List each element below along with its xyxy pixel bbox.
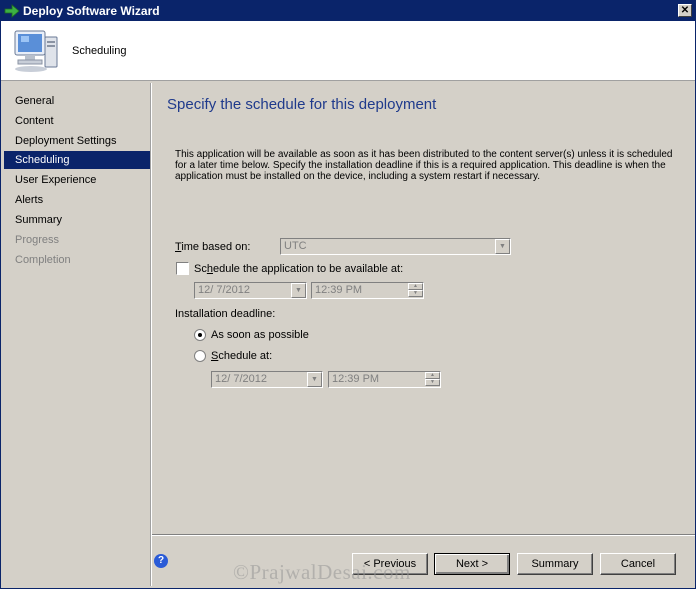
description-text: This application will be available as so… (175, 149, 673, 182)
schedule-at-label: Schedule at: (211, 350, 273, 362)
chevron-down-icon[interactable]: ▼ (291, 283, 306, 298)
summary-button[interactable]: Summary (517, 553, 593, 575)
help-icon[interactable]: ? (154, 554, 168, 568)
header-title: Scheduling (72, 45, 127, 57)
footer-divider (152, 534, 695, 536)
wizard-header: Scheduling (1, 21, 695, 81)
title-bar: Deploy Software Wizard ✕ (1, 1, 695, 21)
green-arrow-icon (4, 4, 20, 18)
sidebar-item-progress: Progress (15, 234, 60, 246)
sidebar-item-user-experience[interactable]: User Experience (4, 171, 150, 189)
time-based-on-select[interactable]: UTC ▼ (280, 238, 511, 255)
radio-selected-dot (198, 333, 202, 337)
wizard-window: Deploy Software Wizard ✕ Scheduling Gene… (0, 0, 696, 589)
watermark: ©PrajwalDesai.com (233, 560, 411, 584)
installation-deadline-label: Installation deadline: (175, 308, 276, 320)
time-based-on-label: Time based on: (175, 241, 251, 253)
asap-label: As soon as possible (211, 329, 309, 341)
sidebar-item-alerts[interactable]: Alerts (4, 191, 150, 209)
next-button[interactable]: Next > (434, 553, 510, 575)
schedule-at-date-picker[interactable]: 12/ 7/2012 ▼ (211, 371, 323, 388)
content-panel: Specify the schedule for this deployment… (152, 83, 695, 533)
asap-radio[interactable] (194, 329, 206, 341)
page-title: Specify the schedule for this deployment (167, 96, 437, 113)
chevron-down-icon[interactable]: ▼ (307, 372, 322, 387)
window-title: Deploy Software Wizard (23, 4, 160, 18)
schedule-available-date-picker[interactable]: 12/ 7/2012 ▼ (194, 282, 307, 299)
chevron-down-icon[interactable]: ▼ (495, 239, 510, 254)
sidebar-item-deployment-settings[interactable]: Deployment Settings (4, 132, 150, 150)
sidebar-item-content[interactable]: Content (4, 112, 150, 130)
schedule-available-time-spinner[interactable]: 12:39 PM ▲ ▼ (311, 282, 424, 299)
sidebar-item-summary[interactable]: Summary (4, 211, 150, 229)
sidebar-item-scheduling[interactable]: Scheduling (4, 151, 150, 169)
schedule-at-radio[interactable] (194, 350, 206, 362)
schedule-available-label: Schedule the application to be available… (194, 263, 404, 275)
wizard-sidebar: General Content Deployment Settings Sche… (4, 83, 150, 586)
cancel-button[interactable]: Cancel (600, 553, 676, 575)
spin-up-icon[interactable]: ▲ (408, 283, 423, 290)
computer-icon (14, 30, 58, 72)
close-button[interactable]: ✕ (678, 4, 692, 17)
schedule-at-time-spinner[interactable]: 12:39 PM ▲ ▼ (328, 371, 441, 388)
sidebar-item-general[interactable]: General (4, 92, 150, 110)
sidebar-item-completion: Completion (15, 254, 71, 266)
spin-down-icon[interactable]: ▼ (408, 290, 423, 297)
spin-up-icon[interactable]: ▲ (425, 372, 440, 379)
schedule-available-checkbox[interactable] (176, 262, 189, 275)
spin-down-icon[interactable]: ▼ (425, 379, 440, 386)
